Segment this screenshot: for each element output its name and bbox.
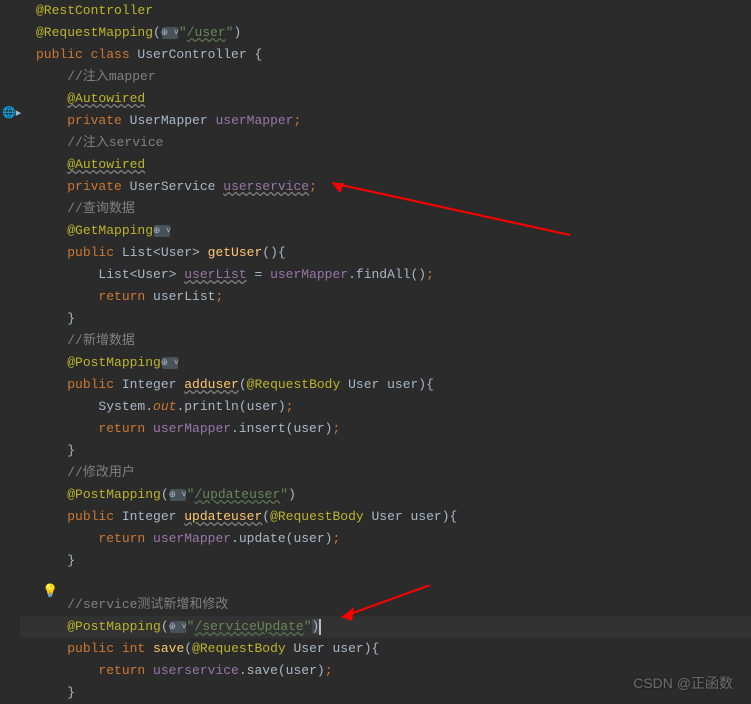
- annotation-token: @RequestMapping: [36, 25, 153, 40]
- code-line: @Autowired: [20, 88, 751, 110]
- code-line: @RequestMapping(⊕ ˅"/user"): [20, 22, 751, 44]
- caret: [319, 619, 321, 635]
- code-line: @PostMapping⊕ ˅: [20, 352, 751, 374]
- globe-icon[interactable]: ⊕ ˅: [162, 357, 178, 369]
- code-line: @PostMapping(⊕ ˅"/updateuser"): [20, 484, 751, 506]
- code-line: return userMapper.update(user);: [20, 528, 751, 550]
- code-line: @GetMapping⊕ ˅: [20, 220, 751, 242]
- globe-icon[interactable]: ⊕ ˅: [154, 225, 170, 237]
- code-line: return userList;: [20, 286, 751, 308]
- code-line: }: [20, 440, 751, 462]
- code-line: //service测试新增和修改: [20, 594, 751, 616]
- code-line: public Integer adduser(@RequestBody User…: [20, 374, 751, 396]
- code-line: return userMapper.insert(user);: [20, 418, 751, 440]
- code-line: System.out.println(user);: [20, 396, 751, 418]
- globe-icon[interactable]: ⊕ ˅: [162, 27, 178, 39]
- code-line: public Integer updateuser(@RequestBody U…: [20, 506, 751, 528]
- code-line: private UserService userservice;: [20, 176, 751, 198]
- code-line: }: [20, 308, 751, 330]
- code-line: //修改用户: [20, 462, 751, 484]
- code-editor[interactable]: @RestController @RequestMapping(⊕ ˅"/use…: [0, 0, 751, 704]
- annotation-token: @RestController: [36, 3, 153, 18]
- code-line: }: [20, 550, 751, 572]
- code-line: public class UserController {: [20, 44, 751, 66]
- globe-icon[interactable]: ⊕ ˅: [170, 621, 186, 633]
- code-line: //注入mapper: [20, 66, 751, 88]
- code-line: @Autowired: [20, 154, 751, 176]
- code-line: List<User> userList = userMapper.findAll…: [20, 264, 751, 286]
- code-line: //查询数据: [20, 198, 751, 220]
- code-line: private UserMapper userMapper;: [20, 110, 751, 132]
- related-problem-icon[interactable]: 🌐▸: [2, 106, 21, 120]
- code-line: public List<User> getUser(){: [20, 242, 751, 264]
- globe-icon[interactable]: ⊕ ˅: [170, 489, 186, 501]
- code-line: public int save(@RequestBody User user){: [20, 638, 751, 660]
- watermark: CSDN @正函数: [633, 673, 733, 693]
- code-line: //新增数据: [20, 330, 751, 352]
- code-line: @RestController: [20, 0, 751, 22]
- code-line-active: @PostMapping(⊕ ˅"/serviceUpdate"): [20, 616, 751, 638]
- code-line: //注入service: [20, 132, 751, 154]
- code-line: [20, 572, 751, 594]
- bulb-icon[interactable]: 💡: [42, 584, 58, 599]
